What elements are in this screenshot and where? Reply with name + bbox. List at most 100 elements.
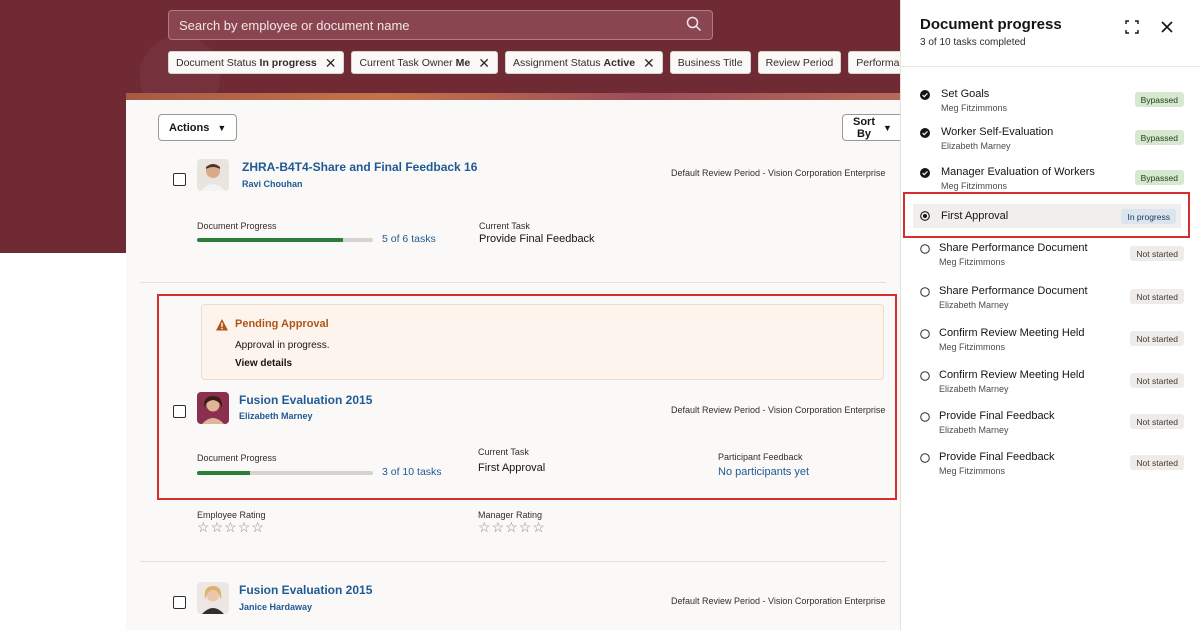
actions-button-label: Actions [169,121,210,134]
empty-circle-icon [920,371,930,381]
actions-button[interactable]: Actions ▼ [158,114,238,141]
star-icon[interactable]: ☆ [197,519,210,536]
status-badge: Not started [1130,331,1184,346]
view-details-link[interactable]: View details [235,358,292,369]
filter-chip-performance-document[interactable]: Performance Document [848,51,900,74]
task-name: Set Goals [941,88,990,100]
progress-tasks-link[interactable]: 5 of 6 tasks [382,233,436,245]
progress-fill [197,471,250,475]
search-icon[interactable] [686,16,702,35]
panel-title: Document progress [920,16,1062,33]
status-badge: Not started [1130,414,1184,429]
star-icon[interactable]: ☆ [532,519,545,536]
status-badge: Bypassed [1134,130,1184,145]
close-icon[interactable]: ✕ [325,56,337,70]
search-input[interactable] [179,17,686,33]
check-circle-icon [920,168,930,178]
filter-chip-business-title[interactable]: Business Title [669,51,751,74]
task-item[interactable]: Worker Self-Evaluation Elizabeth Marney By… [901,126,1200,164]
star-icon[interactable]: ☆ [505,519,518,536]
task-owner: Elizabeth Marney [939,425,1009,435]
status-badge: Not started [1130,289,1184,304]
filter-chip-task-owner[interactable]: Current Task Owner Me ✕ [351,51,498,74]
task-item[interactable]: Share Performance Document Meg Fitzimmons… [901,242,1200,280]
progress-bar [197,238,373,242]
empty-circle-icon [920,329,930,339]
task-owner: Meg Fitzimmons [941,103,1008,113]
chevron-down-icon: ▼ [217,122,227,133]
filter-chip-label: Performance Document [856,56,900,69]
filter-chip-review-period[interactable]: Review Period [757,51,842,74]
task-name: Provide Final Feedback [939,451,1055,463]
task-owner: Meg Fitzimmons [941,181,1008,191]
filter-chip-document-status[interactable]: Document Status In progress ✕ [168,51,345,74]
panel-subtitle: 3 of 10 tasks completed [920,37,1026,48]
expand-icon[interactable] [1125,20,1139,34]
empty-circle-icon [920,244,930,254]
progress-tasks-link[interactable]: 3 of 10 tasks [382,466,442,478]
employee-rating-stars[interactable]: ☆ ☆ ☆ ☆ ☆ [197,519,264,536]
participant-feedback-link[interactable]: No participants yet [718,466,809,478]
close-icon[interactable] [1160,20,1174,34]
task-item[interactable]: Confirm Review Meeting Held Meg Fitzimmon… [901,327,1200,365]
task-owner: Meg Fitzimmons [939,466,1006,476]
task-name: Share Performance Document [939,285,1088,297]
filter-chip-label: Document Status [176,56,257,69]
document-title-link[interactable]: Fusion Evaluation 2015 [239,583,372,597]
row-divider [140,282,886,283]
task-name: Provide Final Feedback [939,410,1055,422]
empty-circle-icon [920,412,930,422]
current-task-label: Current Task [478,447,529,457]
sort-button[interactable]: Sort By ▼ [842,114,900,141]
document-person-link[interactable]: Elizabeth Marney [239,411,313,421]
row-checkbox[interactable] [173,596,186,609]
task-name: Confirm Review Meeting Held [939,327,1085,339]
close-icon[interactable]: ✕ [643,56,655,70]
star-icon[interactable]: ☆ [251,519,264,536]
status-badge: Bypassed [1134,170,1184,185]
status-badge: Not started [1130,246,1184,261]
task-owner: Meg Fitzimmons [939,257,1006,267]
filter-chip-value: Active [603,56,636,69]
avatar [197,392,229,424]
close-icon[interactable]: ✕ [478,56,490,70]
star-icon[interactable]: ☆ [224,519,237,536]
empty-circle-icon [920,287,930,297]
task-owner: Meg Fitzimmons [939,342,1006,352]
task-item[interactable]: Provide Final Feedback Meg Fitzimmons Not … [901,451,1200,489]
task-item[interactable]: Set Goals Meg Fitzimmons Bypassed [901,88,1200,126]
card-decoration [126,93,900,100]
star-icon[interactable]: ☆ [519,519,532,536]
progress-bar [197,471,373,475]
avatar [197,159,229,191]
document-title-link[interactable]: Fusion Evaluation 2015 [239,393,372,407]
current-task-value: Provide Final Feedback [479,233,595,245]
document-person-link[interactable]: Janice Hardaway [239,602,312,612]
star-icon[interactable]: ☆ [211,519,224,536]
status-badge: Bypassed [1134,92,1184,107]
progress-label: Document Progress [197,221,277,231]
search-bar[interactable] [168,10,713,40]
task-item[interactable]: Provide Final Feedback Elizabeth Marney No… [901,410,1200,448]
task-item[interactable]: Share Performance Document Elizabeth Marn… [901,285,1200,323]
filter-chip-label: Review Period [765,56,834,69]
highlight-box [903,192,1190,238]
row-checkbox[interactable] [173,173,186,186]
current-task-value: First Approval [478,462,546,474]
task-owner: Elizabeth Marney [939,384,1009,394]
current-task-label: Current Task [479,221,530,231]
document-person-link[interactable]: Ravi Chouhan [242,179,303,189]
review-period: Default Review Period - Vision Corporati… [671,168,886,178]
star-icon[interactable]: ☆ [238,519,251,536]
document-title-link[interactable]: ZHRA-B4T4-Share and Final Feedback 16 [242,160,477,174]
manager-rating-stars[interactable]: ☆ ☆ ☆ ☆ ☆ [478,519,545,536]
task-owner: Elizabeth Marney [941,141,1011,151]
check-circle-icon [920,128,930,138]
star-icon[interactable]: ☆ [492,519,505,536]
review-period: Default Review Period - Vision Corporati… [671,405,886,415]
task-item[interactable]: Confirm Review Meeting Held Elizabeth Mar… [901,369,1200,407]
row-checkbox[interactable] [173,405,186,418]
star-icon[interactable]: ☆ [478,519,491,536]
filter-chip-assignment-status[interactable]: Assignment Status Active ✕ [504,51,663,74]
alert-message: Approval in progress. [235,340,330,351]
